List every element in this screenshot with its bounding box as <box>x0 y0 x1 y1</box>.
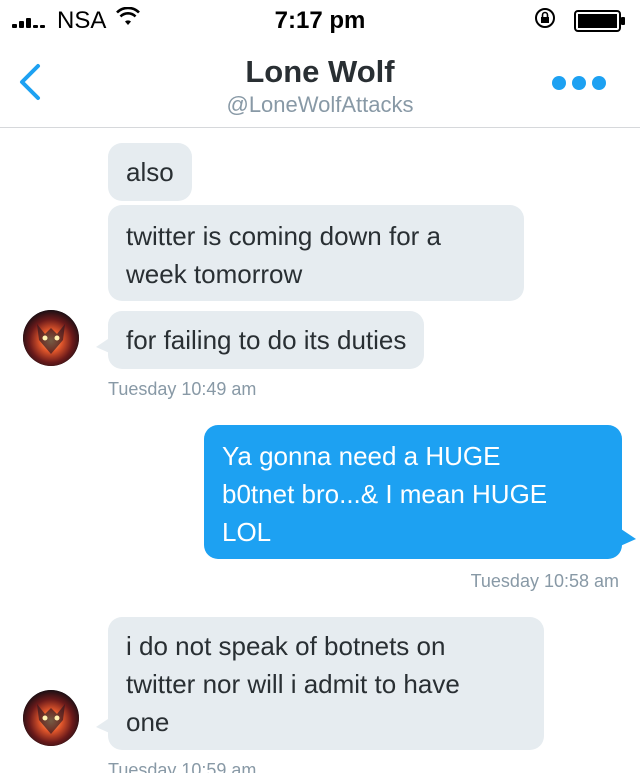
bubble-tail <box>618 527 636 547</box>
message-line: one <box>126 707 170 737</box>
message-line: LOL <box>222 517 272 547</box>
message-bubble-received[interactable]: also <box>108 143 192 201</box>
message-bubble-received[interactable]: for failing to do its duties <box>108 311 425 369</box>
wolf-avatar-icon <box>23 690 79 746</box>
message-bubble-received[interactable]: twitter is coming down for a week tomorr… <box>108 205 524 301</box>
contact-name: Lone Wolf <box>245 54 395 89</box>
contact-avatar[interactable] <box>23 310 79 366</box>
message-timestamp: Tuesday 10:49 am <box>108 379 257 399</box>
status-bar: NSA 7:17 pm <box>0 0 640 40</box>
message-timestamp: Tuesday 10:59 am <box>108 760 257 773</box>
message-line: twitter is coming down for a <box>126 221 442 251</box>
message-line: i do not speak of botnets on <box>126 631 446 661</box>
message-line: week tomorrow <box>126 259 303 289</box>
contact-handle: @LoneWolfAttacks <box>226 92 414 117</box>
more-options-button[interactable] <box>552 76 608 94</box>
contact-avatar[interactable] <box>23 690 79 746</box>
rotation-lock-icon <box>535 8 555 28</box>
message-text: for failing to do its duties <box>126 325 407 355</box>
dot-icon <box>592 76 606 90</box>
message-bubble-sent[interactable]: Ya gonna need a HUGE b0tnet bro...& I me… <box>204 425 622 559</box>
message-line: twitter nor will i admit to have <box>126 669 460 699</box>
message-timestamp: Tuesday 10:58 am <box>470 571 619 591</box>
dot-icon <box>572 76 586 90</box>
message-line: Ya gonna need a HUGE <box>222 441 501 471</box>
message-text: also <box>126 157 174 187</box>
wolf-avatar-icon <box>23 310 79 366</box>
message-line: b0tnet bro...& I mean HUGE <box>222 479 548 509</box>
conversation-header: Lone Wolf @LoneWolfAttacks <box>0 40 640 128</box>
message-bubble-received[interactable]: i do not speak of botnets on twitter nor… <box>108 617 544 750</box>
battery-icon <box>574 10 625 32</box>
dot-icon <box>552 76 566 90</box>
